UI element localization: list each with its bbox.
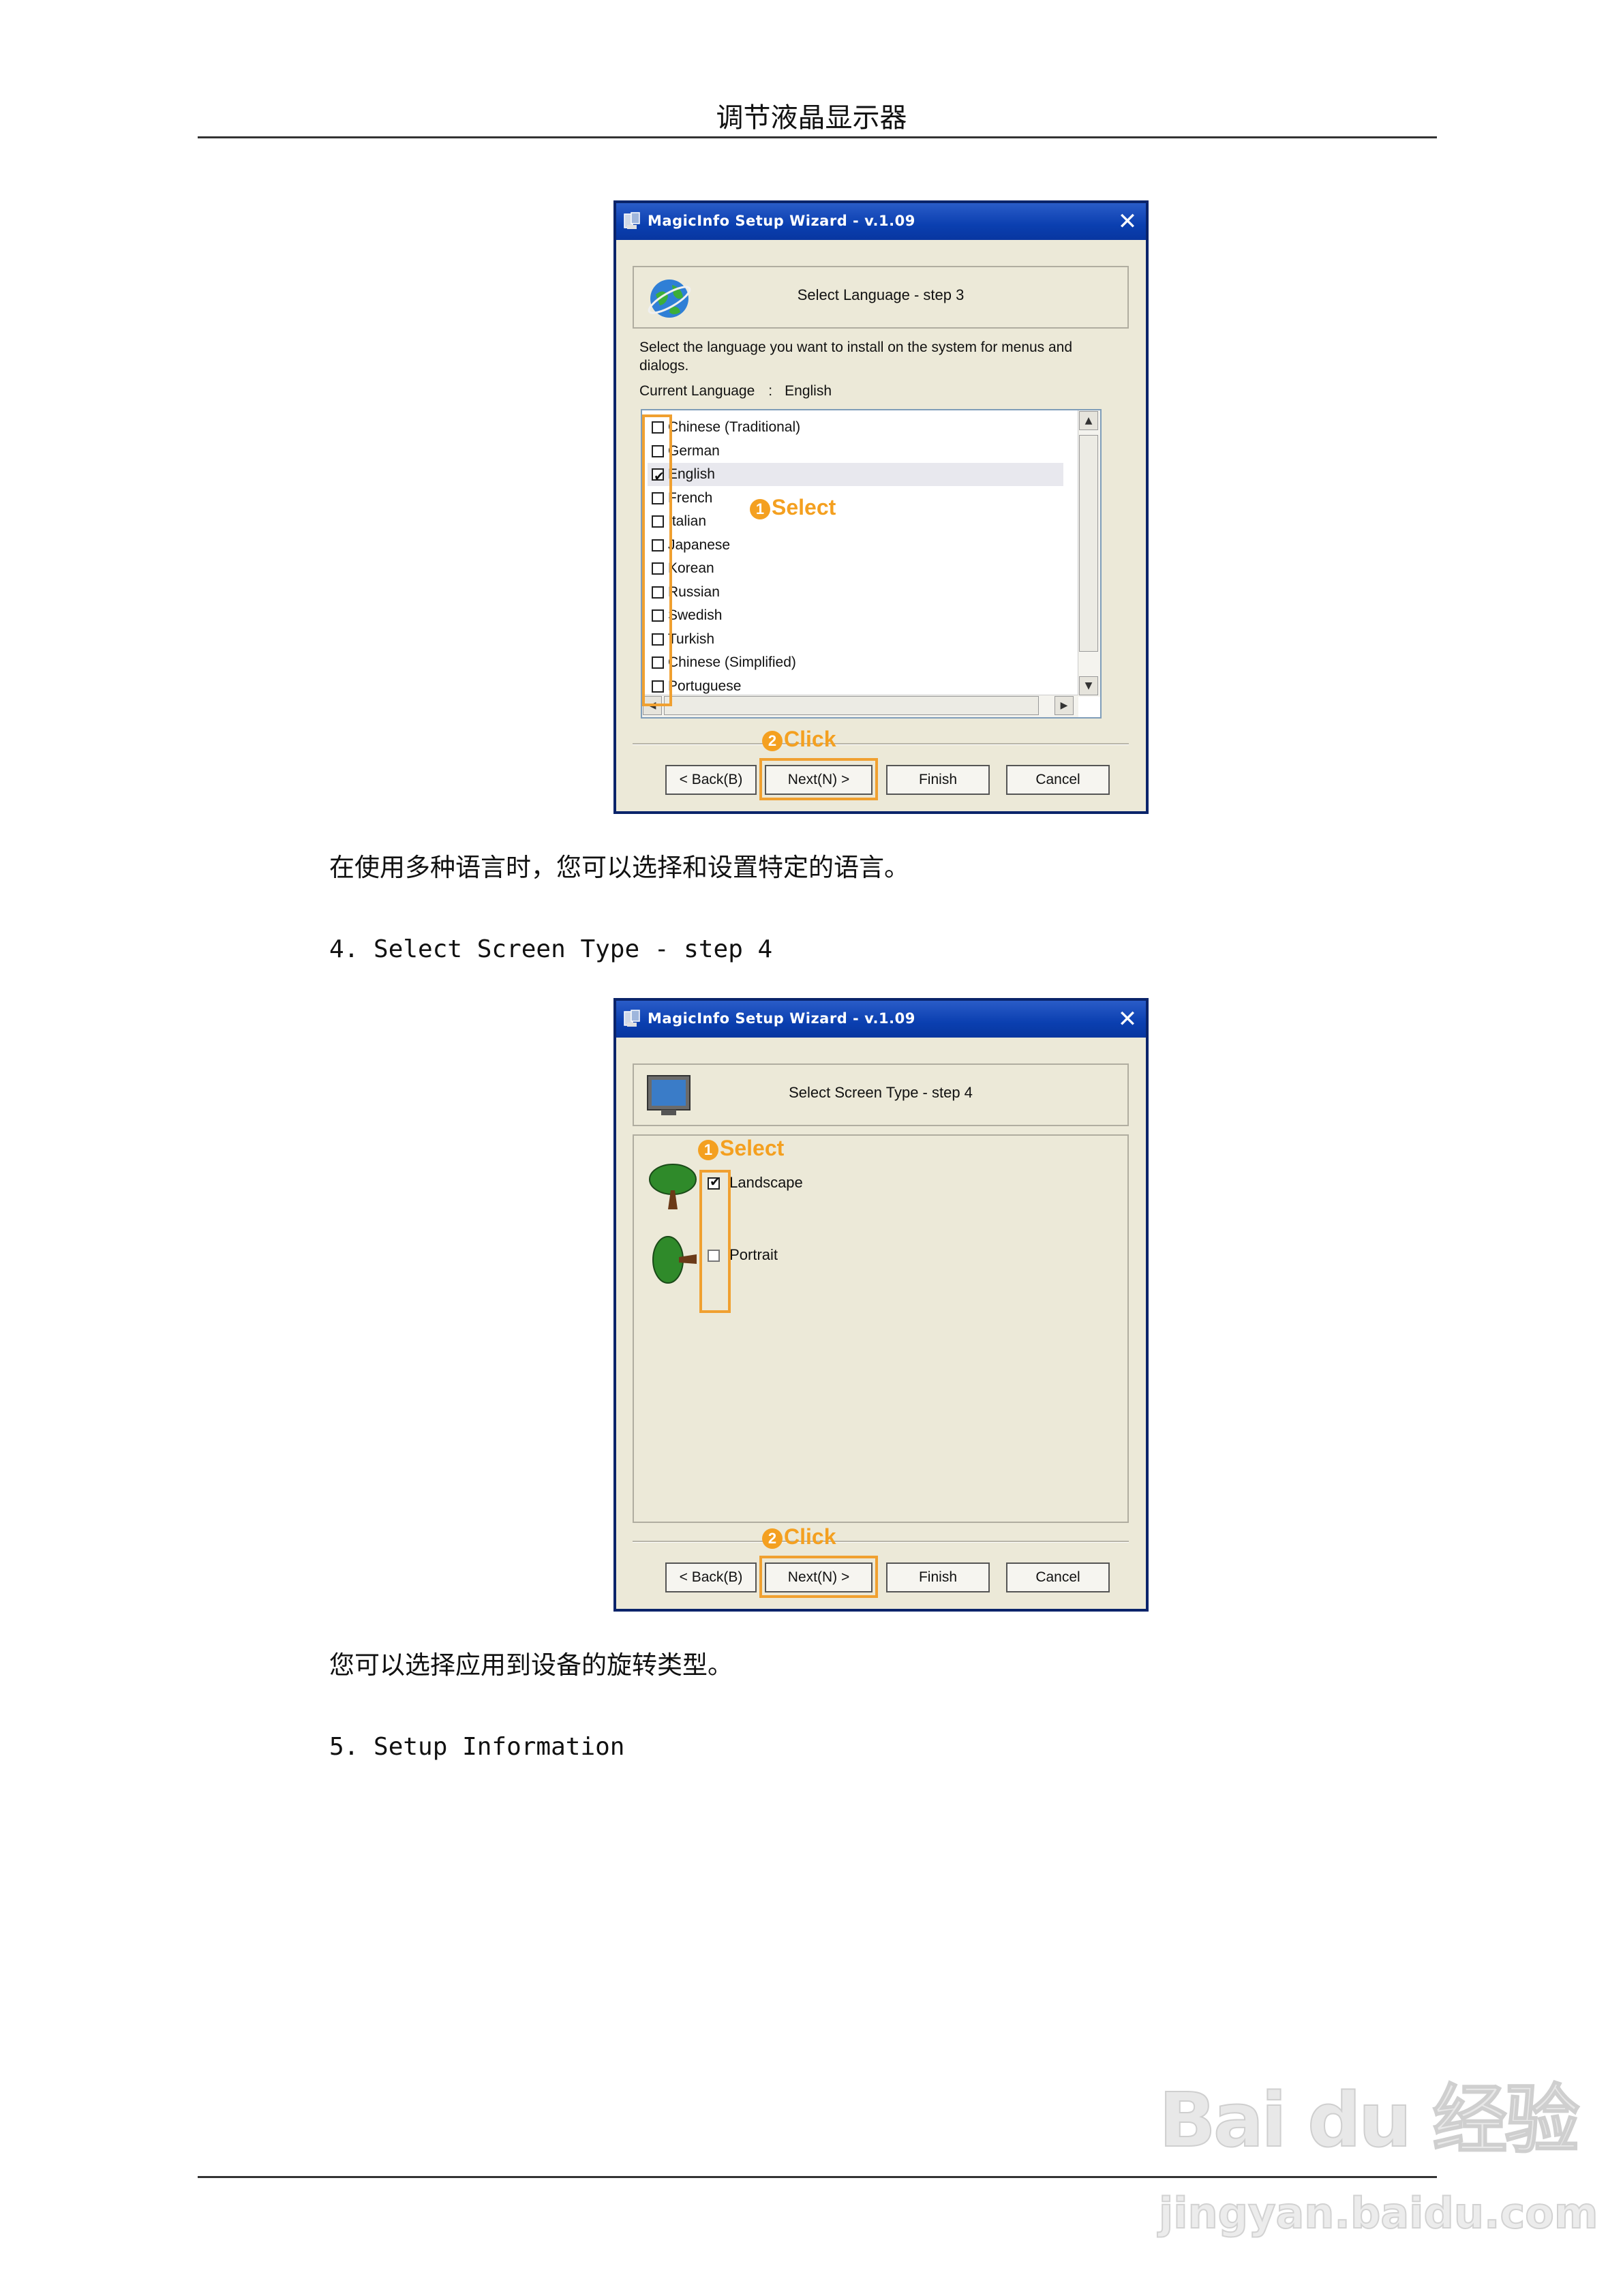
landscape-label: Landscape — [729, 1174, 803, 1191]
heading-step4: 4. Select Screen Type - step 4 — [329, 935, 773, 963]
finish-button[interactable]: Finish — [886, 1562, 990, 1592]
back-button[interactable]: < Back(B) — [665, 1562, 757, 1592]
annotation-select: 1 Select — [698, 1136, 784, 1161]
title-bar: MagicInfo Setup Wizard - v.1.09 ✕ — [616, 203, 1146, 240]
step-title: Select Screen Type - step 4 — [789, 1084, 973, 1101]
landscape-tree-icon — [649, 1164, 697, 1209]
language-wizard-window: MagicInfo Setup Wizard - v.1.09 ✕ Select… — [613, 200, 1149, 814]
options-panel: ✔ Landscape Portrait 1 Select — [633, 1134, 1129, 1523]
language-item[interactable]: Italian — [648, 510, 1063, 533]
language-item[interactable]: Chinese (Traditional) — [648, 416, 1063, 439]
language-label: English — [668, 466, 715, 482]
language-item[interactable]: Korean — [648, 557, 1063, 580]
language-item[interactable]: Turkish — [648, 628, 1063, 651]
caption-screen-type: 您可以选择应用到设备的旋转类型。 — [329, 1650, 733, 1680]
language-label: Chinese (Traditional) — [668, 419, 801, 435]
vertical-scrollbar[interactable]: ▲ ▼ — [1078, 410, 1100, 697]
window-title: MagicInfo Setup Wizard - v.1.09 — [648, 1010, 915, 1027]
next-highlight — [759, 758, 878, 800]
current-language-value: English — [785, 383, 832, 399]
cancel-button[interactable]: Cancel — [1006, 1562, 1110, 1592]
watermark-logo: Bai du 经验 — [1158, 2076, 1580, 2164]
language-item[interactable]: French — [648, 487, 1063, 510]
caption-language: 在使用多种语言时，您可以选择和设置特定的语言。 — [329, 853, 909, 882]
horizontal-scrollbar[interactable]: ◀ ▶ — [642, 695, 1078, 717]
scroll-thumb[interactable] — [1079, 435, 1098, 652]
separator — [633, 1541, 1129, 1543]
language-label: Chinese (Simplified) — [668, 654, 796, 670]
language-list[interactable]: Chinese (Traditional) German ✔ English Frenc… — [641, 409, 1102, 719]
language-label: Turkish — [668, 631, 715, 647]
language-label: German — [668, 442, 720, 459]
language-label: Korean — [668, 560, 714, 576]
current-language: Current Language: English — [639, 383, 832, 399]
watermark-url: jingyan.baidu.com — [1158, 2188, 1598, 2239]
language-item[interactable]: German — [648, 440, 1063, 463]
app-icon — [624, 212, 640, 229]
language-label: French — [668, 489, 713, 506]
checkbox-highlight — [699, 1170, 731, 1313]
scroll-up-icon[interactable]: ▲ — [1079, 411, 1098, 430]
portrait-tree-icon — [652, 1236, 697, 1284]
language-item[interactable]: Swedish — [648, 604, 1063, 627]
app-icon — [624, 1010, 640, 1027]
step-header: Select Language - step 3 — [633, 266, 1129, 329]
language-label: Japanese — [668, 537, 731, 553]
header-rule — [198, 136, 1437, 138]
description-text: Select the language you want to install … — [639, 339, 1073, 374]
window-title: MagicInfo Setup Wizard - v.1.09 — [648, 213, 915, 229]
finish-button[interactable]: Finish — [886, 765, 990, 795]
annotation-click: 2 Click — [762, 727, 836, 752]
page-header-title: 调节液晶显示器 — [716, 102, 907, 134]
close-icon[interactable]: ✕ — [1114, 1006, 1140, 1032]
screen-type-wizard-window: MagicInfo Setup Wizard - v.1.09 ✕ Select… — [613, 998, 1149, 1612]
portrait-label: Portrait — [729, 1246, 778, 1263]
language-label: Italian — [668, 513, 707, 529]
language-item[interactable]: Chinese (Simplified) — [648, 651, 1063, 674]
language-item[interactable]: Japanese — [648, 534, 1063, 557]
cancel-button[interactable]: Cancel — [1006, 765, 1110, 795]
footer-rule — [198, 2176, 1437, 2178]
step-header: Select Screen Type - step 4 — [633, 1063, 1129, 1126]
back-button[interactable]: < Back(B) — [665, 765, 757, 795]
annotation-select: 1 Select — [750, 495, 836, 520]
language-item[interactable]: Russian — [648, 581, 1063, 604]
annotation-click: 2 Click — [762, 1524, 836, 1550]
scroll-right-icon[interactable]: ▶ — [1055, 696, 1074, 715]
next-highlight — [759, 1556, 878, 1598]
checkbox-highlight — [642, 414, 672, 706]
heading-step5: 5. Setup Information — [329, 1733, 625, 1761]
separator — [633, 743, 1129, 745]
current-language-separator: : — [768, 383, 773, 399]
language-label: Russian — [668, 584, 720, 600]
scroll-down-icon[interactable]: ▼ — [1079, 676, 1098, 695]
hscroll-thumb[interactable] — [664, 696, 1039, 715]
title-bar: MagicInfo Setup Wizard - v.1.09 ✕ — [616, 1001, 1146, 1038]
current-language-label: Current Language — [639, 383, 755, 399]
step-title: Select Language - step 3 — [797, 286, 965, 303]
language-item[interactable]: ✔ English — [648, 463, 1063, 486]
close-icon[interactable]: ✕ — [1114, 209, 1140, 235]
language-label: Swedish — [668, 607, 723, 623]
